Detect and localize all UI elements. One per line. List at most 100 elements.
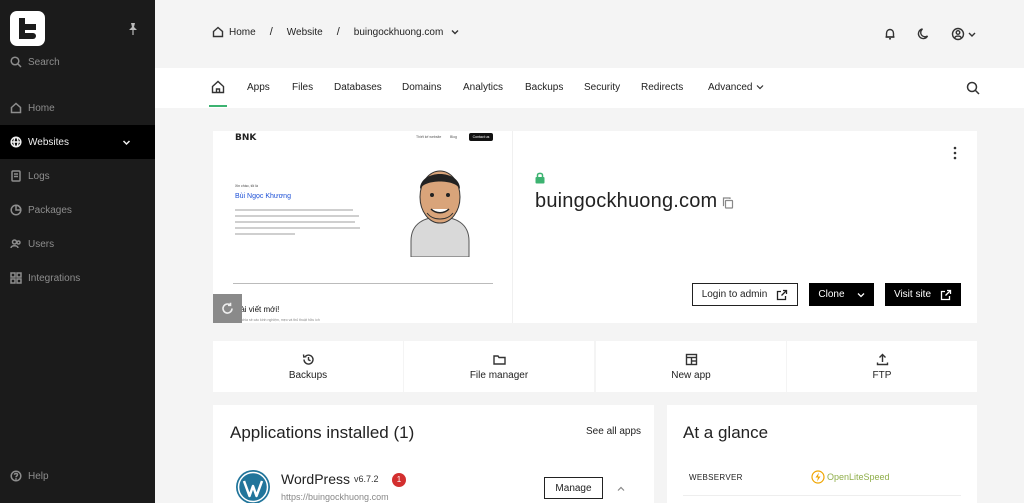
sidebar-item-users[interactable]: Users	[0, 227, 155, 261]
sidebar-item-logs[interactable]: Logs	[0, 159, 155, 193]
search-icon	[10, 56, 22, 68]
document-icon	[11, 170, 21, 182]
tab-analytics[interactable]: Analytics	[463, 82, 503, 93]
breadcrumb-separator: /	[269, 26, 273, 38]
upload-icon	[876, 353, 888, 365]
tab-security[interactable]: Security	[584, 82, 620, 93]
breadcrumb-home[interactable]: Home	[229, 27, 256, 38]
preview-greeting: Xin chào, tôi là	[235, 184, 258, 188]
globe-icon	[10, 136, 22, 148]
applications-title: Applications installed (1)	[230, 423, 415, 442]
app-logo[interactable]	[10, 11, 45, 46]
tab-advanced[interactable]: Advanced	[708, 82, 752, 93]
chevron-down-icon[interactable]	[968, 27, 976, 41]
manage-app-button[interactable]: Manage	[544, 477, 603, 499]
bell-icon[interactable]	[883, 27, 897, 41]
preview-divider	[233, 283, 493, 284]
visit-site-button[interactable]: Visit site	[885, 283, 961, 306]
breadcrumb-separator: /	[336, 26, 340, 38]
quick-action-label: File manager	[469, 369, 529, 381]
ftp-quick-action[interactable]: FTP	[787, 341, 977, 392]
app-name: WordPress	[281, 471, 350, 487]
update-count-badge[interactable]: 1	[392, 473, 406, 487]
preview-logo: BNK	[235, 133, 257, 143]
tab-bar: Apps Files Databases Domains Analytics B…	[155, 68, 1024, 108]
breadcrumb-current[interactable]: buingockhuong.com	[354, 27, 444, 38]
visit-site-label: Visit site	[893, 289, 932, 300]
external-link-icon	[940, 289, 952, 300]
chevron-down-icon[interactable]	[756, 83, 764, 91]
preview-text-line	[235, 215, 359, 217]
refresh-preview-button[interactable]	[213, 294, 242, 323]
user-avatar-icon[interactable]	[951, 27, 965, 41]
webserver-value-text: OpenLiteSpeed	[827, 472, 890, 482]
divider	[683, 495, 961, 496]
site-domain-title: buingockhuong.com	[535, 190, 718, 212]
quick-action-label: New app	[671, 369, 711, 381]
tab-apps[interactable]: Apps	[247, 82, 270, 93]
pin-icon[interactable]	[127, 22, 139, 36]
sidebar-item-label: Logs	[28, 170, 50, 182]
backups-quick-action[interactable]: Backups	[213, 341, 403, 392]
at-a-glance-panel: At a glance WEBSERVER OpenLiteSpeed	[667, 405, 977, 503]
home-icon[interactable]	[212, 26, 224, 38]
sidebar-item-help[interactable]: Help	[0, 459, 155, 493]
tab-files[interactable]: Files	[292, 82, 313, 93]
preview-text-line	[235, 221, 355, 223]
sidebar-item-label: Integrations	[28, 272, 81, 284]
preview-name: Bùi Ngọc Khương	[235, 193, 291, 200]
lock-icon	[535, 172, 545, 184]
app-url[interactable]: https://buingockhuong.com	[281, 492, 389, 502]
sidebar-item-home[interactable]: Home	[0, 91, 155, 125]
more-options-icon[interactable]	[953, 146, 957, 160]
tab-redirects[interactable]: Redirects	[641, 82, 683, 93]
users-icon	[10, 239, 21, 249]
sidebar-search-label: Search	[28, 56, 60, 68]
sidebar-item-label: Users	[28, 238, 55, 250]
preview-post-subtitle: Nơi chia sẻ các kinh nghiệm, mẹo và thủ …	[235, 318, 320, 322]
clone-button[interactable]: Clone	[809, 283, 874, 306]
sidebar-item-websites[interactable]: Websites	[0, 125, 155, 159]
sidebar-item-label: Packages	[28, 204, 72, 216]
sidebar-item-integrations[interactable]: Integrations	[0, 261, 155, 295]
home-icon[interactable]	[211, 80, 225, 94]
preview-nav-link: Blog	[450, 135, 458, 139]
site-preview-thumbnail[interactable]: BNK Thiết kế website Blog Contact us Xin…	[213, 131, 513, 323]
file-manager-quick-action[interactable]: File manager	[404, 341, 594, 392]
search-icon[interactable]	[966, 81, 980, 95]
chevron-down-icon[interactable]	[451, 28, 459, 36]
sidebar-item-label: Help	[28, 470, 49, 482]
tab-domains[interactable]: Domains	[402, 82, 441, 93]
moon-icon[interactable]	[917, 27, 931, 41]
chevron-up-icon[interactable]	[617, 485, 625, 493]
sidebar-search[interactable]: Search	[0, 45, 155, 79]
breadcrumb-website[interactable]: Website	[287, 27, 323, 38]
preview-text-line	[235, 233, 295, 235]
preview-nav-button: Contact us	[469, 133, 493, 141]
manage-label: Manage	[555, 482, 592, 494]
tab-backups[interactable]: Backups	[525, 82, 563, 93]
external-link-icon	[777, 289, 788, 300]
site-card: BNK Thiết kế website Blog Contact us Xin…	[213, 131, 977, 323]
tab-databases[interactable]: Databases	[334, 82, 382, 93]
folder-icon	[492, 354, 506, 365]
history-icon	[302, 353, 314, 365]
preview-text-line	[235, 209, 353, 211]
see-all-apps-link[interactable]: See all apps	[586, 426, 641, 437]
copy-icon[interactable]	[722, 197, 734, 209]
wordpress-icon	[236, 470, 270, 503]
preview-nav-link: Thiết kế website	[416, 135, 442, 139]
chevron-down-icon	[122, 139, 131, 145]
new-app-quick-action[interactable]: New app	[596, 341, 786, 392]
package-icon	[10, 204, 22, 216]
app-window-icon	[685, 353, 697, 365]
sidebar-item-label: Websites	[28, 136, 69, 148]
quick-action-label: FTP	[872, 369, 892, 381]
openlitespeed-logo-icon	[811, 470, 825, 484]
login-to-admin-button[interactable]: Login to admin	[692, 283, 798, 306]
sidebar-item-label: Home	[28, 102, 55, 114]
quick-action-label: Backups	[288, 369, 328, 381]
top-bar: Home / Website / buingockhuong.com	[155, 0, 1024, 68]
sidebar-item-packages[interactable]: Packages	[0, 193, 155, 227]
home-icon	[10, 102, 22, 114]
